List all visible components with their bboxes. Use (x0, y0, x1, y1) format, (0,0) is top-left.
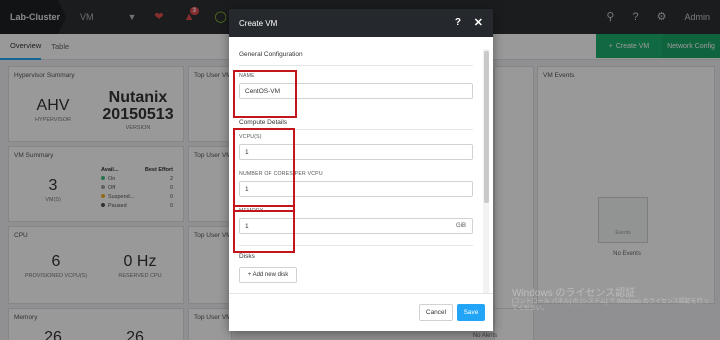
watermark-line-1: Windows のライセンス認証 (512, 288, 636, 299)
general-configuration-heading: General Configuration (239, 51, 303, 58)
cancel-button[interactable]: Cancel (419, 304, 453, 321)
create-vm-dialog: Create VM ? ✕ General Configuration NAME… (229, 9, 493, 331)
add-new-disk-button[interactable]: + Add new disk (239, 267, 297, 283)
highlight-vcpu-cores-fields (233, 128, 295, 212)
help-icon[interactable]: ? (455, 17, 461, 28)
disks-heading: Disks (239, 253, 255, 260)
dialog-scrollbar-thumb[interactable] (484, 51, 489, 203)
highlight-memory-field (233, 205, 295, 253)
dialog-title: Create VM (239, 18, 278, 28)
watermark-line-2: [コントロール パネル] の [システム] で Windows のライセンス認証… (512, 299, 709, 312)
windows-activation-watermark: Windows のライセンス認証 [コントロール パネル] の [システム] で… (512, 288, 712, 313)
save-button[interactable]: Save (457, 304, 485, 321)
divider (239, 65, 473, 66)
memory-unit: GiB (455, 223, 466, 229)
close-icon[interactable]: ✕ (474, 16, 483, 29)
dialog-header: Create VM ? ✕ (229, 9, 493, 37)
dialog-footer: Cancel Save (229, 293, 493, 331)
highlight-name-field (233, 70, 297, 118)
compute-details-heading: Compute Details (239, 119, 288, 126)
